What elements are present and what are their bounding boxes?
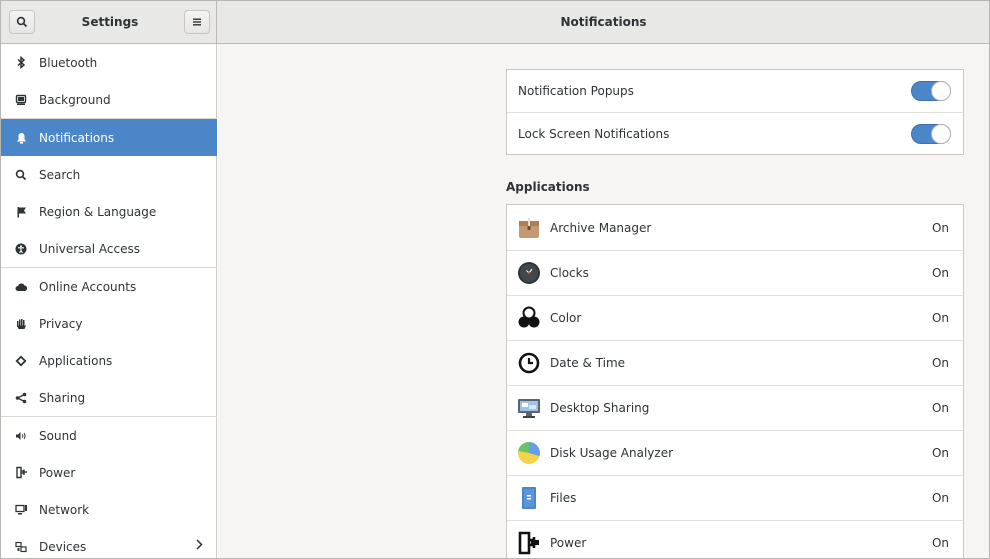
- network-icon: [14, 504, 28, 516]
- sidebar-item-label: Sound: [39, 428, 77, 443]
- app-state: On: [931, 446, 949, 460]
- switch-knob: [931, 124, 951, 144]
- app-name: Desktop Sharing: [550, 401, 650, 415]
- app-row-color[interactable]: Color On: [507, 295, 963, 340]
- sidebar-item-devices[interactable]: Devices: [1, 528, 217, 558]
- sidebar-item-background[interactable]: Background: [1, 81, 217, 118]
- app-name: Date & Time: [550, 356, 626, 370]
- sidebar-header: Settings: [1, 1, 217, 43]
- notification-popups-row[interactable]: Notification Popups: [507, 70, 963, 112]
- search-icon: [16, 16, 28, 28]
- bluetooth-icon: [14, 56, 28, 69]
- app-state: On: [931, 266, 949, 280]
- display-icon: [14, 94, 28, 106]
- sidebar-title: Settings: [81, 15, 139, 29]
- app-name: Archive Manager: [550, 220, 652, 235]
- sidebar-item-region-language[interactable]: Region & Language: [1, 193, 217, 230]
- flag-icon: [14, 206, 28, 218]
- applications-list: Archive Manager On Clocks On Color On Da…: [506, 204, 964, 558]
- clocks-icon: [516, 260, 542, 286]
- sidebar-item-label: Online Accounts: [39, 279, 137, 294]
- sidebar-item-label: Search: [39, 167, 81, 182]
- sidebar-item-power[interactable]: Power: [1, 454, 217, 491]
- page-title: Notifications: [560, 15, 647, 29]
- cloud-icon: [14, 282, 28, 292]
- color-icon: [516, 305, 542, 331]
- lock-screen-notifications-label: Lock Screen Notifications: [518, 126, 670, 141]
- app-state: On: [931, 536, 949, 550]
- lock-screen-notifications-row[interactable]: Lock Screen Notifications: [507, 112, 963, 154]
- accessibility-icon: [14, 243, 28, 255]
- power-plug-icon: [14, 466, 28, 479]
- app-state: On: [931, 311, 949, 325]
- applications-heading: Applications: [506, 180, 590, 194]
- sidebar-item-label: Universal Access: [39, 241, 140, 256]
- app-row-archive-manager[interactable]: Archive Manager On: [507, 205, 963, 250]
- sidebar-item-label: Devices: [39, 539, 87, 554]
- app-name: Files: [550, 491, 577, 505]
- app-row-disk-usage-analyzer[interactable]: Disk Usage Analyzer On: [507, 430, 963, 475]
- bell-icon: [14, 132, 28, 144]
- sidebar-item-bluetooth[interactable]: Bluetooth: [1, 44, 217, 81]
- sidebar-item-search[interactable]: Search: [1, 156, 217, 193]
- app-state: On: [931, 491, 949, 505]
- sidebar-item-label: Bluetooth: [39, 55, 98, 70]
- disk-usage-icon: [516, 440, 542, 466]
- sidebar-item-universal-access[interactable]: Universal Access: [1, 230, 217, 267]
- search-button[interactable]: [9, 10, 35, 34]
- date-time-icon: [516, 350, 542, 376]
- sidebar-item-privacy[interactable]: Privacy: [1, 305, 217, 342]
- app-row-power[interactable]: Power On: [507, 520, 963, 558]
- settings-window: Settings Notifications Bluetooth Backgro…: [0, 0, 990, 559]
- main-panel: Notification Popups Lock Screen Notifica…: [218, 44, 989, 558]
- sidebar-item-label: Applications: [39, 353, 113, 368]
- chevron-right-icon: [196, 539, 203, 554]
- power-icon: [516, 530, 542, 556]
- notification-popups-switch[interactable]: [911, 81, 951, 101]
- files-icon: [516, 485, 542, 511]
- app-row-desktop-sharing[interactable]: Desktop Sharing On: [507, 385, 963, 430]
- sidebar: Bluetooth Background Notifications Searc…: [1, 44, 217, 558]
- sidebar-item-label: Background: [39, 92, 111, 107]
- sidebar-item-label: Privacy: [39, 316, 83, 331]
- switch-knob: [931, 81, 951, 101]
- archive-manager-icon: [516, 215, 542, 241]
- sidebar-item-label: Power: [39, 465, 76, 480]
- app-row-date-time[interactable]: Date & Time On: [507, 340, 963, 385]
- sidebar-item-label: Notifications: [39, 130, 115, 145]
- sidebar-item-applications[interactable]: Applications: [1, 342, 217, 379]
- notification-popups-label: Notification Popups: [518, 84, 634, 98]
- header-bar: Settings Notifications: [1, 1, 989, 44]
- hamburger-menu-icon: [193, 18, 201, 26]
- app-state: On: [931, 220, 949, 235]
- sidebar-item-sharing[interactable]: Sharing: [1, 379, 217, 416]
- search-icon: [14, 169, 28, 181]
- app-row-files[interactable]: Files On: [507, 475, 963, 520]
- app-name: Clocks: [550, 266, 589, 280]
- sidebar-item-label: Network: [39, 502, 90, 517]
- sidebar-item-notifications[interactable]: Notifications: [1, 119, 217, 156]
- sidebar-item-network[interactable]: Network: [1, 491, 217, 528]
- sidebar-item-sound[interactable]: Sound: [1, 417, 217, 454]
- lock-screen-notifications-switch[interactable]: [911, 124, 951, 144]
- app-state: On: [931, 401, 949, 415]
- desktop-sharing-icon: [516, 395, 542, 421]
- speaker-icon: [14, 431, 28, 441]
- app-name: Disk Usage Analyzer: [550, 446, 674, 460]
- share-icon: [14, 392, 28, 404]
- sidebar-item-online-accounts[interactable]: Online Accounts: [1, 268, 217, 305]
- menu-button[interactable]: [184, 10, 210, 34]
- sidebar-item-label: Sharing: [39, 390, 86, 405]
- devices-icon: [14, 541, 28, 553]
- notification-toggles-card: Notification Popups Lock Screen Notifica…: [506, 69, 964, 155]
- app-name: Power: [550, 536, 587, 550]
- hand-icon: [14, 318, 28, 330]
- app-row-clocks[interactable]: Clocks On: [507, 250, 963, 295]
- app-state: On: [931, 356, 949, 370]
- app-name: Color: [550, 311, 582, 325]
- applications-icon: [14, 355, 28, 367]
- sidebar-item-label: Region & Language: [39, 204, 157, 219]
